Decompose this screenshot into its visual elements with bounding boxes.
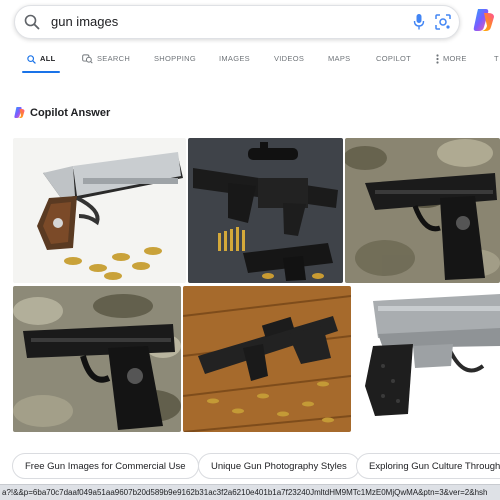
image-grid bbox=[13, 138, 500, 432]
tab-all[interactable]: ALL bbox=[27, 46, 55, 72]
tab-videos[interactable]: VIDEOS bbox=[274, 46, 304, 72]
image-result[interactable] bbox=[188, 138, 343, 283]
tab-label: VIDEOS bbox=[274, 54, 305, 63]
tab-label: SHOPPING bbox=[154, 54, 196, 63]
pistol-image bbox=[13, 286, 181, 432]
link-status-bar: a?!&&p=6ba70c7daaf049a51aa9607b20d589b9e… bbox=[0, 484, 500, 500]
image-result[interactable] bbox=[345, 138, 500, 283]
tab-label: IMAGES bbox=[219, 54, 250, 63]
image-result[interactable] bbox=[13, 286, 181, 432]
rifle-image bbox=[188, 138, 343, 283]
tab-images[interactable]: IMAGES bbox=[219, 46, 250, 72]
pistol-image bbox=[345, 138, 500, 283]
tab-maps[interactable]: MAPS bbox=[328, 46, 350, 72]
tab-shopping[interactable]: SHOPPING bbox=[154, 46, 196, 72]
search-tabs: ALL SEARCH SHOPPING IMAGES VIDEOS MAPS C… bbox=[0, 46, 500, 74]
tab-label: COPILOT bbox=[376, 54, 412, 63]
copilot-icon bbox=[14, 107, 25, 118]
search-icon bbox=[27, 54, 36, 64]
active-tab-indicator bbox=[22, 71, 60, 73]
suggestion-chip[interactable]: Unique Gun Photography Styles bbox=[198, 453, 360, 479]
tab-label: MORE bbox=[443, 54, 467, 63]
tab-tools[interactable]: T bbox=[494, 46, 499, 72]
tab-search[interactable]: SEARCH bbox=[82, 46, 130, 72]
search-icon bbox=[24, 14, 40, 30]
tab-more[interactable]: MORE bbox=[436, 46, 467, 72]
suggestion-chip[interactable]: Free Gun Images for Commercial Use bbox=[12, 453, 199, 479]
tab-label: T bbox=[494, 54, 499, 63]
tab-label: ALL bbox=[40, 54, 56, 63]
image-result[interactable] bbox=[183, 286, 351, 432]
copilot-search-icon bbox=[82, 54, 93, 64]
image-result[interactable] bbox=[353, 286, 500, 432]
search-box[interactable] bbox=[14, 5, 460, 39]
tab-label: SEARCH bbox=[97, 54, 131, 63]
microphone-icon[interactable] bbox=[412, 13, 426, 31]
copilot-logo-icon[interactable] bbox=[471, 7, 497, 33]
pistol-image bbox=[13, 138, 186, 283]
more-vert-icon bbox=[436, 54, 439, 64]
tab-copilot[interactable]: COPILOT bbox=[376, 46, 411, 72]
suggestion-chip[interactable]: Exploring Gun Culture Through bbox=[356, 453, 500, 479]
rifle-image bbox=[183, 286, 351, 432]
copilot-answer-title: Copilot Answer bbox=[30, 107, 111, 119]
search-input[interactable] bbox=[51, 6, 381, 38]
visual-search-icon[interactable] bbox=[434, 13, 452, 31]
pistol-image bbox=[353, 286, 500, 432]
tab-label: MAPS bbox=[328, 54, 351, 63]
image-result[interactable] bbox=[13, 138, 186, 283]
